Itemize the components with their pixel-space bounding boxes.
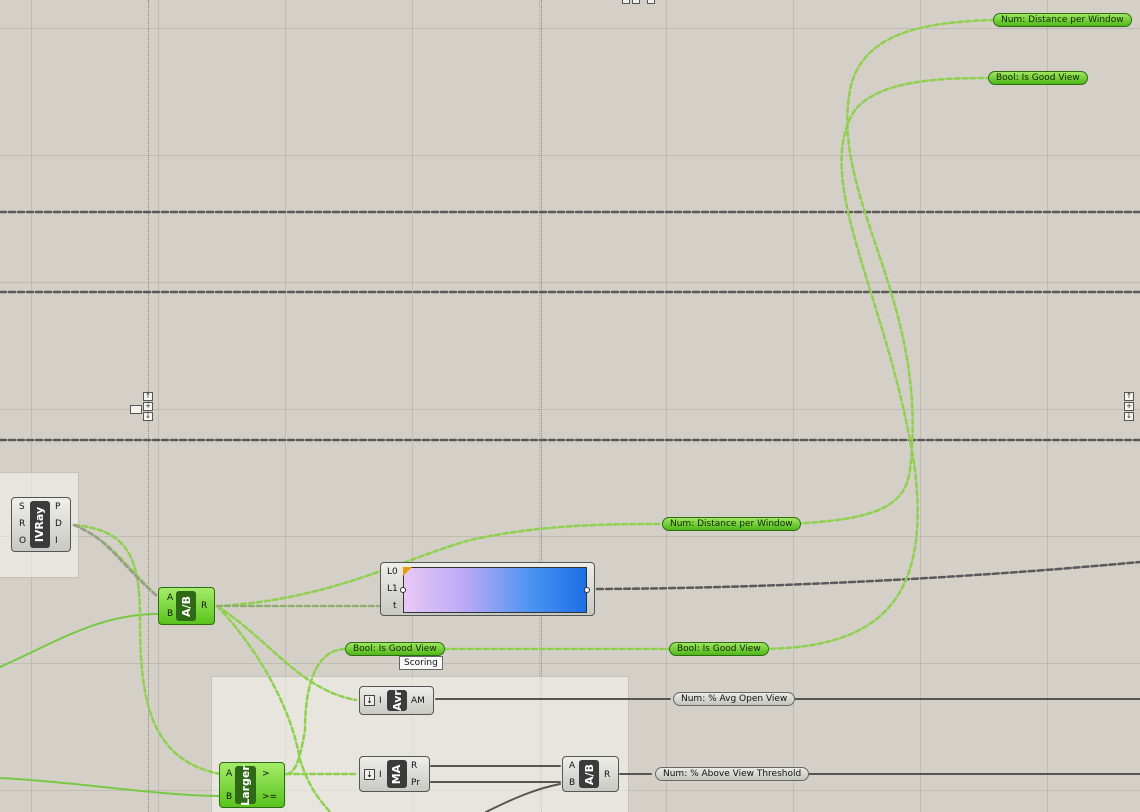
flatten-icon[interactable]: ↓ xyxy=(364,769,375,780)
output-pin-label: I xyxy=(55,536,58,546)
component-larger[interactable]: A B Larger > >= xyxy=(219,762,285,808)
relay-bool-is-good-view[interactable]: Bool: Is Good View xyxy=(345,642,445,656)
relay-num-distance-per-window[interactable]: Num: Distance per Window xyxy=(993,13,1132,27)
component-label: A/B xyxy=(582,763,596,785)
list-icon[interactable] xyxy=(130,405,142,414)
arrow-down-icon[interactable]: ↓ xyxy=(143,412,153,421)
input-pin-label: B xyxy=(569,778,576,788)
input-pin-label: B xyxy=(226,792,233,802)
grasshopper-canvas[interactable]: ↑ + ↓ ↑ + ↓ S R O IVRay P D I A B A/B R … xyxy=(0,0,1140,812)
component-core: A/B xyxy=(579,760,599,788)
input-pin-label: I xyxy=(379,770,382,780)
wire-selected xyxy=(0,613,159,668)
component-label: MA xyxy=(390,764,404,784)
relay-bool-is-good-view[interactable]: Bool: Is Good View xyxy=(669,642,769,656)
gradient-preview[interactable] xyxy=(403,567,587,613)
plus-icon[interactable]: + xyxy=(1124,402,1134,411)
output-pin-label: R xyxy=(201,601,208,611)
input-pin-label: I xyxy=(379,696,382,706)
component-label: Larger xyxy=(239,764,252,806)
relay-num-distance-per-window[interactable]: Num: Distance per Window xyxy=(662,517,801,531)
component-core: A/B xyxy=(176,591,196,621)
input-pin-label: L0 xyxy=(387,567,398,577)
component-label: IVRay xyxy=(33,506,47,543)
component-ivray[interactable]: S R O IVRay P D I xyxy=(11,497,71,552)
output-pin-label: R xyxy=(411,761,418,771)
plus-icon[interactable]: + xyxy=(143,402,153,411)
arrow-down-icon[interactable]: ↓ xyxy=(1124,412,1134,421)
panel-button[interactable] xyxy=(632,0,640,4)
relay-num-avg-open-view[interactable]: Num: % Avg Open View xyxy=(673,692,796,706)
component-core: IVRay xyxy=(30,501,50,548)
arrow-up-icon[interactable]: ↑ xyxy=(143,392,153,401)
wire xyxy=(485,783,561,812)
relay-num-above-view-threshold[interactable]: Num: % Above View Threshold xyxy=(655,767,810,781)
component-average[interactable]: ↓ I Avr AM xyxy=(359,686,434,715)
input-pin-label: t xyxy=(393,601,397,611)
output-pin-label: >= xyxy=(262,792,278,802)
output-pin-label: R xyxy=(604,770,611,780)
gradient-handle[interactable] xyxy=(400,587,406,593)
input-pin-label: R xyxy=(19,519,26,529)
component-label: A/B xyxy=(179,595,193,617)
component-division[interactable]: A B A/B R xyxy=(158,587,215,625)
input-pin-label: B xyxy=(167,609,174,619)
output-pin-label: Pr xyxy=(411,778,420,788)
output-pin-label: P xyxy=(55,502,61,512)
arrow-up-icon[interactable]: ↑ xyxy=(1124,392,1134,401)
output-pin-label: AM xyxy=(411,696,425,706)
component-label: Avr xyxy=(390,690,404,711)
component-core: MA xyxy=(387,760,407,788)
scroll-controls[interactable]: ↑ + ↓ xyxy=(1124,392,1134,421)
gradient-grip-icon[interactable] xyxy=(403,567,412,576)
component-division[interactable]: A B A/B R xyxy=(562,756,619,792)
input-pin-label: A xyxy=(569,761,576,771)
component-mass-addition[interactable]: ↓ I MA R Pr xyxy=(359,756,430,792)
output-pin-label: D xyxy=(55,519,62,529)
flatten-icon[interactable]: ↓ xyxy=(364,695,375,706)
input-pin-label: A xyxy=(167,593,174,603)
output-pin-label: > xyxy=(262,769,270,779)
panel-button[interactable] xyxy=(647,0,655,4)
input-pin-label: L1 xyxy=(387,584,398,594)
component-core: Avr xyxy=(387,690,407,711)
wire-layer xyxy=(0,18,1140,812)
input-pin-label: A xyxy=(226,769,233,779)
component-gradient[interactable]: L0 L1 t xyxy=(380,562,595,616)
wire-selected xyxy=(0,777,221,797)
component-core: Larger xyxy=(235,764,256,806)
panel-button[interactable] xyxy=(622,0,630,4)
input-pin-label: O xyxy=(19,536,27,546)
wire-dashed xyxy=(595,560,1140,591)
relay-bool-is-good-view[interactable]: Bool: Is Good View xyxy=(988,71,1088,85)
input-pin-label: S xyxy=(19,502,25,512)
scroll-controls[interactable]: ↑ + ↓ xyxy=(143,392,153,421)
gradient-handle[interactable] xyxy=(584,587,590,593)
group-tooltip: Scoring xyxy=(399,656,443,670)
